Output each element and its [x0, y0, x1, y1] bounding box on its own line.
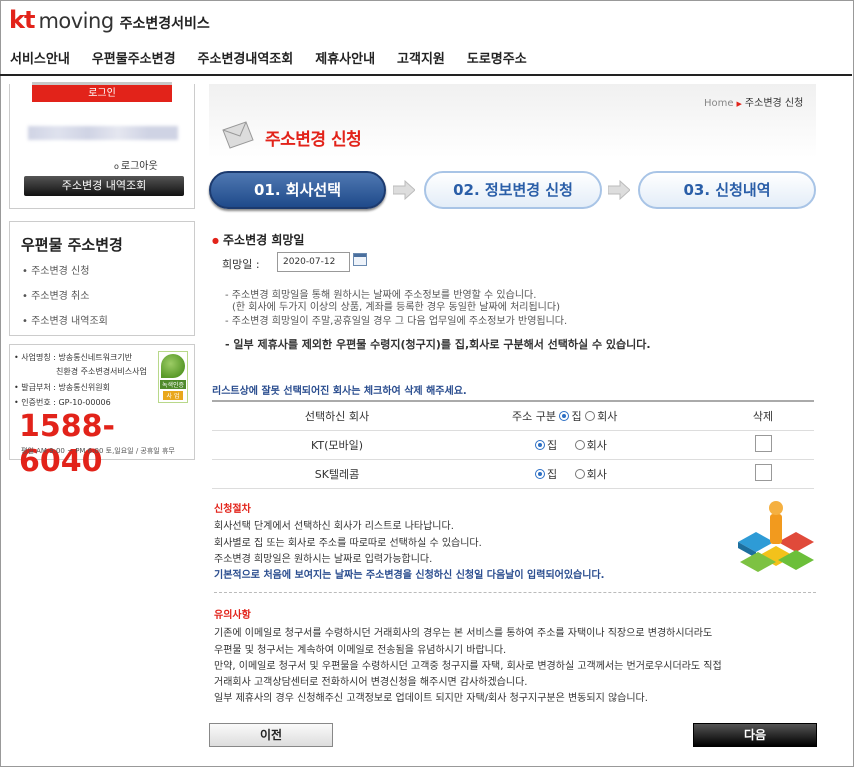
company-name: KT(모바일) — [310, 439, 364, 452]
delete-cell — [712, 464, 814, 484]
blurred-user-info — [28, 126, 178, 140]
prev-button[interactable]: 이전 — [209, 723, 333, 747]
addr-type-cell: 집 회사 — [462, 466, 712, 482]
home-radio[interactable] — [535, 469, 545, 479]
info-issuer: • 발급부처 : 방송통신위원회 — [14, 383, 111, 392]
step-3-request-history: 03. 신청내역 — [638, 171, 816, 209]
procedure-highlight: 기본적으로 처음에 보여지는 날짜는 주소변경을 신청하신 신청일 다음날이 입… — [214, 570, 605, 581]
desired-date-input[interactable] — [277, 252, 350, 272]
step-arrow-icon — [393, 180, 415, 200]
procedure-title: 신청절차 — [214, 504, 251, 515]
list-delete-note: 리스트상에 잘못 선택되어진 회사는 체크하여 삭제 해주세요. — [212, 386, 467, 397]
logout-link[interactable]: 로그아웃 — [114, 157, 158, 172]
side-menu: 우편물 주소변경 주소변경 신청 주소변경 취소 주소변경 내역조회 — [9, 221, 195, 336]
breadcrumb: Home ▶ 주소변경 신청 — [704, 94, 803, 109]
step-arrow-icon — [608, 180, 630, 200]
login-box: 로그인 로그아웃 주소변경 내역조회 — [9, 82, 195, 209]
main-nav: 서비스안내 우편물주소변경 주소변경내역조회 제휴사안내 고객지원 도로명주소 — [0, 48, 850, 72]
business-hours: 평일 AM 9:00 ~ PM 6:00 토,일요일 / 공휴일 휴무 — [21, 447, 175, 455]
all-work-label: 회사 — [597, 410, 618, 423]
col-header-company: 선택하신 회사 — [304, 410, 370, 423]
nav-partners[interactable]: 제휴사안내 — [315, 48, 375, 72]
phone-number: 1588-6040 — [19, 409, 115, 479]
history-lookup-button[interactable]: 주소변경 내역조회 — [24, 176, 184, 196]
caution-line: 일부 제휴사의 경우 신청해주신 고객정보로 업데이트 되지만 자택/회사 청구… — [214, 693, 648, 704]
step-1-company-select: 01. 회사선택 — [209, 171, 386, 209]
col-header-delete: 삭제 — [752, 410, 774, 423]
all-home-label: 집 — [571, 410, 582, 423]
info-cert-no: • 인증번호 : GP-10-00006 — [14, 398, 111, 407]
procedure-line: 주소변경 희망일은 원하시는 날짜로 입력가능합니다. — [214, 554, 433, 565]
work-radio[interactable] — [574, 469, 585, 479]
procedure-line: 회사별로 집 또는 회사로 주소를 따로따로 선택하실 수 있습니다. — [214, 538, 482, 549]
envelope-icon — [222, 121, 254, 149]
caution-title: 유의사항 — [214, 610, 251, 621]
leaf-icon — [161, 354, 185, 378]
desired-date-section-title: 주소변경 희망일 — [212, 231, 304, 248]
step-2-info-change: 02. 정보변경 신청 — [424, 171, 602, 209]
nav-road-address[interactable]: 도로명주소 — [467, 48, 527, 72]
caution-line: 기존에 이메일로 청구서를 수령하시던 거래회사의 경우는 본 서비스를 통하여… — [214, 628, 713, 639]
table-row: KT(모바일) 집 회사 — [212, 431, 814, 460]
logo-moving: moving — [38, 9, 114, 33]
side-menu-title: 우편물 주소변경 — [21, 236, 123, 254]
breadcrumb-home[interactable]: Home — [704, 98, 734, 109]
nav-service-info[interactable]: 서비스안내 — [10, 48, 70, 72]
cert-badge-sub: 사 업 — [163, 391, 183, 400]
delete-cell — [712, 435, 814, 455]
breadcrumb-current: 주소변경 신청 — [744, 98, 804, 109]
calendar-icon[interactable] — [353, 253, 367, 266]
delete-checkbox[interactable] — [754, 435, 772, 452]
table-header-row: 선택하신 회사 주소 구분 집 회사 삭제 — [212, 402, 814, 431]
next-button[interactable]: 다음 — [693, 723, 817, 747]
service-info-box: • 사업명칭 : 방송통신네트워크기반 친환경 주소변경서비스사업 • 발급부처… — [9, 344, 195, 479]
company-name: SK텔레콤 — [314, 468, 360, 481]
nav-customer-support[interactable]: 고객지원 — [397, 48, 445, 72]
info-operator-2: 친환경 주소변경서비스사업 — [56, 367, 147, 376]
all-home-radio[interactable] — [559, 411, 570, 421]
addr-type-cell: 집 회사 — [462, 437, 712, 453]
work-label: 회사 — [586, 439, 607, 452]
all-work-radio[interactable] — [585, 411, 596, 421]
info-operator: • 사업명칭 : 방송통신네트워크기반 — [14, 353, 133, 362]
table-row: SK텔레콤 집 회사 — [212, 460, 814, 489]
caution-line: 만약, 이메일로 청구서 및 우편물을 수령하시던 고객중 청구지를 자택, 회… — [214, 661, 722, 672]
note-line: - 주소변경 희망일이 주말,공휴일일 경우 그 다음 업무일에 주소정보가 반… — [225, 316, 568, 327]
caution-line: 우편물 및 청구서는 계속하여 이메일로 전송됨을 유념하시기 바랍니다. — [214, 645, 507, 656]
puzzle-person-illustration-icon — [738, 501, 814, 572]
side-menu-item-apply[interactable]: 주소변경 신청 — [22, 262, 89, 277]
section-divider — [214, 592, 816, 593]
delete-checkbox[interactable] — [754, 464, 772, 481]
logo-service-name: 주소변경서비스 — [119, 16, 210, 32]
home-label: 집 — [547, 468, 558, 481]
addr-type-label: 주소 구분 — [512, 410, 556, 423]
nav-mail-address-change[interactable]: 우편물주소변경 — [92, 48, 176, 72]
logo-kt: kt — [9, 6, 35, 34]
home-label: 집 — [547, 439, 558, 452]
work-radio[interactable] — [574, 440, 585, 450]
home-radio[interactable] — [535, 440, 545, 450]
page-title: 주소변경 신청 — [265, 130, 362, 150]
side-menu-item-cancel[interactable]: 주소변경 취소 — [22, 287, 89, 302]
procedure-line: 회사선택 단계에서 선택하신 회사가 리스트로 나타납니다. — [214, 521, 454, 532]
login-tab: 로그인 — [32, 82, 172, 102]
caution-line: 거래회사 고객상담센터로 전화하시어 변경신청을 해주시면 감사하겠습니다. — [214, 677, 528, 688]
selected-companies-table: 선택하신 회사 주소 구분 집 회사 삭제 KT(모바일) 집 회사 SK텔레콤… — [212, 400, 814, 489]
nav-divider — [0, 74, 852, 76]
note-bold: - 일부 제휴사를 제외한 우편물 수령지(청구지)를 집,회사로 구분해서 선… — [225, 338, 651, 351]
note-line: (한 회사에 두가지 이상의 상품, 계좌를 등록한 경우 동일한 날짜에 처리… — [232, 302, 560, 313]
cert-badge-label: 녹색인증 — [160, 380, 186, 389]
desired-date-label: 희망일 : — [222, 258, 260, 271]
side-menu-item-history[interactable]: 주소변경 내역조회 — [22, 312, 108, 327]
nav-change-history[interactable]: 주소변경내역조회 — [198, 48, 294, 72]
green-cert-badge-icon: 녹색인증 사 업 — [158, 351, 188, 403]
breadcrumb-separator-icon: ▶ — [736, 100, 742, 108]
work-label: 회사 — [586, 468, 607, 481]
kt-moving-logo[interactable]: kt moving 주소변경서비스 — [9, 6, 210, 34]
col-header-addr-type: 주소 구분 집 회사 — [462, 408, 712, 424]
